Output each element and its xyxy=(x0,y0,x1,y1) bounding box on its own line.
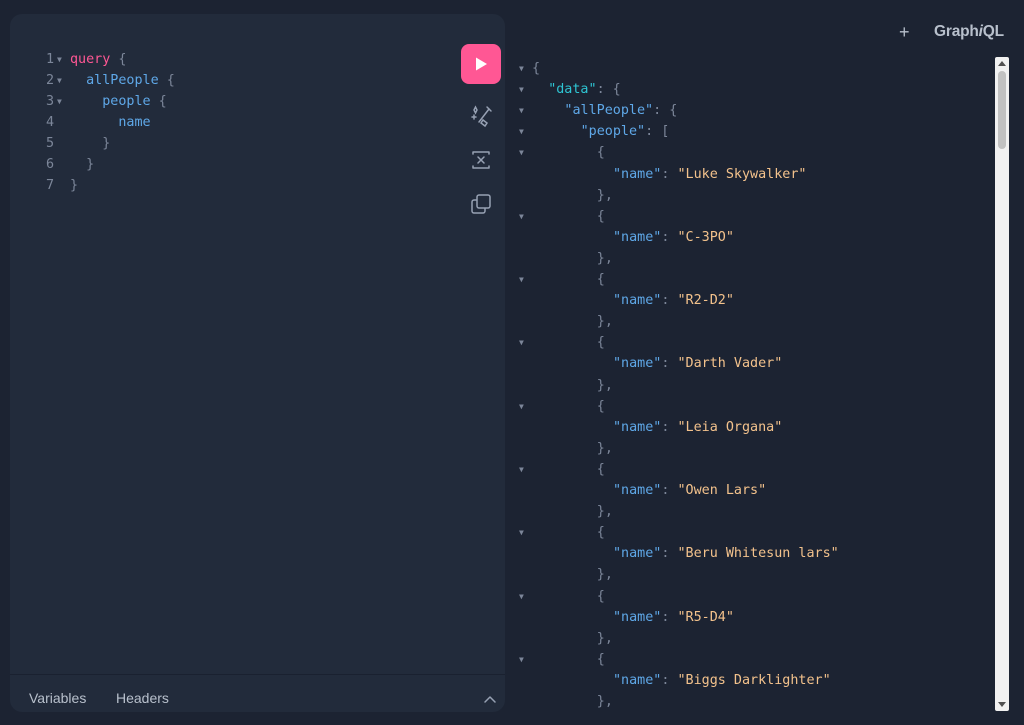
fold-marker-icon[interactable]: ▼ xyxy=(519,459,524,480)
query-editor-panel: 1 ▼ query {2 ▼ allPeople {3 ▼ people {4 name… xyxy=(10,14,505,712)
scroll-thumb[interactable] xyxy=(998,71,1006,149)
chevron-up-icon[interactable] xyxy=(482,692,498,708)
result-viewer[interactable]: ▼{▼ "data": {▼ "allPeople": {▼ "people": [▼… xyxy=(515,58,993,712)
line-number: 5 xyxy=(45,136,54,151)
fold-marker-icon[interactable]: ▼ xyxy=(519,522,524,543)
line-number: 4 xyxy=(45,115,54,130)
prettify-button[interactable] xyxy=(468,102,494,128)
variables-tab[interactable]: Variables xyxy=(29,690,86,706)
fold-marker-icon[interactable]: ▼ xyxy=(519,100,524,121)
copy-icon xyxy=(471,194,491,214)
graphiql-logo: GraphiQL xyxy=(934,23,1004,40)
line-number: 3 xyxy=(45,94,54,109)
fold-marker-icon[interactable]: ▼ xyxy=(57,49,62,70)
line-number: 1 xyxy=(45,52,54,67)
fold-marker-icon[interactable]: ▼ xyxy=(519,79,524,100)
fold-marker-icon[interactable]: ▼ xyxy=(519,121,524,142)
merge-icon xyxy=(472,151,490,169)
add-tab-button[interactable]: + xyxy=(899,23,910,41)
fold-marker-icon[interactable]: ▼ xyxy=(519,58,524,79)
code-text: name xyxy=(70,115,151,130)
code-text: people { xyxy=(70,94,167,109)
line-number: 6 xyxy=(45,157,54,172)
line-number: 7 xyxy=(45,178,54,193)
fold-marker-icon[interactable]: ▼ xyxy=(519,396,524,417)
execute-query-button[interactable] xyxy=(461,44,501,84)
fold-marker-icon[interactable]: ▼ xyxy=(519,206,524,227)
code-text: query { xyxy=(70,52,127,67)
fold-marker-icon[interactable]: ▼ xyxy=(519,332,524,353)
code-text: } xyxy=(70,136,111,151)
code-text: } xyxy=(70,157,95,172)
scroll-up-arrow-icon[interactable] xyxy=(998,61,1006,66)
code-text: allPeople { xyxy=(70,73,175,88)
scroll-down-arrow-icon[interactable] xyxy=(998,702,1006,707)
code-text: } xyxy=(70,178,79,193)
fold-marker-icon[interactable]: ▼ xyxy=(57,70,62,91)
fold-marker-icon[interactable]: ▼ xyxy=(57,91,62,112)
play-icon xyxy=(476,57,487,71)
fold-marker-icon[interactable]: ▼ xyxy=(519,586,524,607)
magic-wand-icon xyxy=(471,105,492,128)
fold-marker-icon[interactable]: ▼ xyxy=(519,142,524,163)
merge-fragments-button[interactable] xyxy=(468,147,494,173)
fold-marker-icon[interactable]: ▼ xyxy=(519,649,524,670)
copy-query-button[interactable] xyxy=(468,191,494,217)
result-scrollbar[interactable] xyxy=(995,57,1009,711)
headers-tab[interactable]: Headers xyxy=(116,690,169,706)
line-number: 2 xyxy=(45,73,54,88)
graphiql-app: 1 ▼ query {2 ▼ allPeople {3 ▼ people {4 name… xyxy=(0,0,1024,725)
editor-tools-divider xyxy=(10,674,505,675)
fold-marker-icon[interactable]: ▼ xyxy=(519,269,524,290)
